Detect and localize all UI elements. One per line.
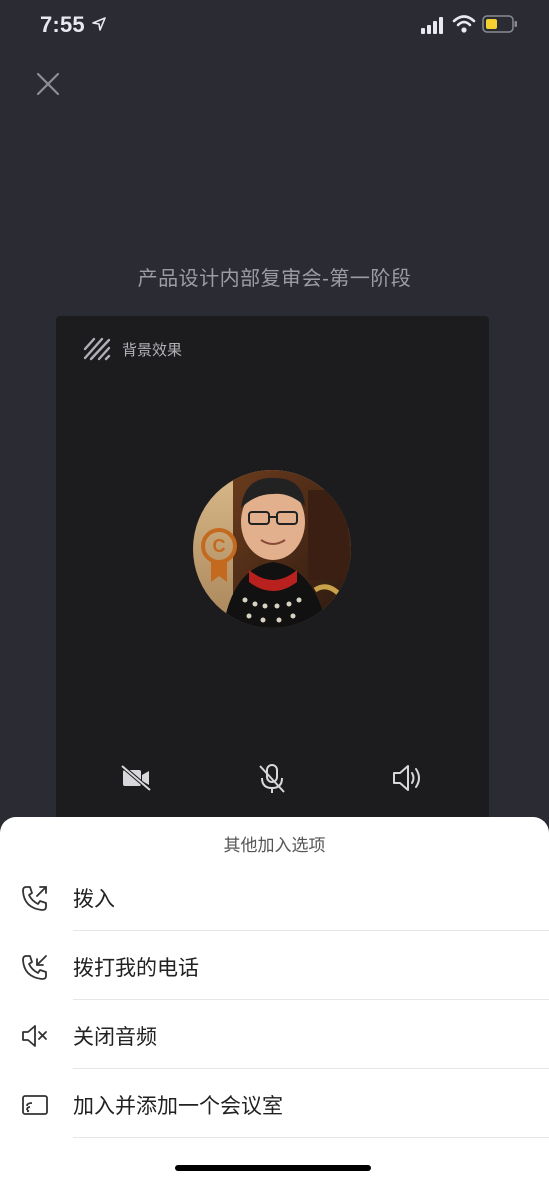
speaker-mute-icon: [22, 1025, 47, 1047]
mic-off-icon: [259, 764, 285, 793]
cellular-signal-icon: [421, 17, 443, 34]
user-avatar-photo: C: [193, 470, 351, 628]
join-options-sheet: 其他加入选项 拨入 拨打我的电话 关闭音频 加入并添加一个会议室: [0, 817, 549, 1179]
option-label: 拨入: [73, 888, 115, 911]
phone-outgoing-icon: [22, 886, 47, 911]
speaker-toggle-button[interactable]: [386, 758, 426, 798]
phone-incoming-icon: [22, 955, 47, 980]
option-mute-audio[interactable]: 关闭音频: [0, 1001, 549, 1069]
sheet-title: 其他加入选项: [223, 836, 326, 855]
wifi-icon: [452, 15, 476, 33]
video-preview: 背景效果 C: [56, 316, 489, 836]
option-label: 拨打我的电话: [73, 957, 199, 980]
background-effect-button[interactable]: 背景效果: [82, 336, 182, 362]
close-icon: [36, 72, 60, 96]
divider: [73, 999, 549, 1000]
close-button[interactable]: [34, 70, 62, 98]
battery-icon: [482, 15, 517, 33]
option-label: 关闭音频: [73, 1026, 157, 1049]
status-bar: 7:55: [0, 0, 549, 56]
meeting-title: 产品设计内部复审会-第一阶段: [137, 268, 412, 290]
status-time: 7:55: [40, 12, 85, 37]
cast-screen-icon: [22, 1095, 48, 1115]
divider: [73, 1068, 549, 1069]
speaker-icon: [393, 765, 420, 791]
camera-toggle-button[interactable]: [116, 758, 156, 798]
divider: [73, 930, 549, 931]
background-effect-icon: [83, 337, 111, 361]
video-off-icon: [120, 764, 152, 792]
divider: [73, 1137, 549, 1138]
option-add-room[interactable]: 加入并添加一个会议室: [0, 1070, 549, 1138]
background-effect-label: 背景效果: [122, 341, 183, 359]
mic-toggle-button[interactable]: [252, 758, 292, 798]
option-call-me[interactable]: 拨打我的电话: [0, 932, 549, 1000]
option-label: 加入并添加一个会议室: [73, 1095, 283, 1118]
location-arrow-icon: [92, 17, 106, 31]
home-indicator[interactable]: [175, 1165, 371, 1171]
svg-text:C: C: [213, 536, 226, 556]
option-dial-in[interactable]: 拨入: [0, 863, 549, 931]
